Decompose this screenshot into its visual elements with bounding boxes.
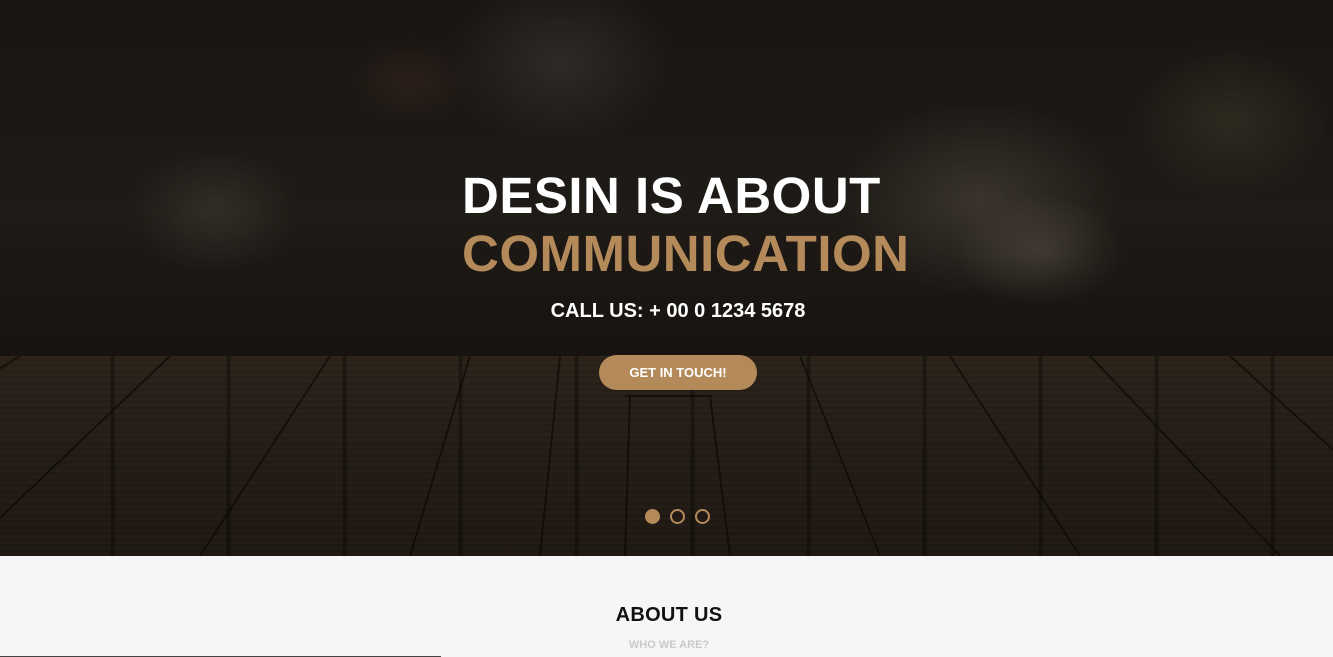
slide-dot-3[interactable] (695, 509, 710, 524)
call-us-text: CALL US: + 00 0 1234 5678 (550, 300, 806, 322)
slider-pagination (645, 509, 710, 524)
slide-dot-2[interactable] (670, 509, 685, 524)
about-section: ABOUT US WHO WE ARE? (0, 556, 1333, 657)
about-subtitle: WHO WE ARE? (628, 639, 710, 651)
hero-headline-line1: DESIN IS ABOUT (462, 167, 881, 224)
hero-section: DESIN IS ABOUT COMMUNICATION CALL US: + … (0, 0, 1333, 556)
hero-headline-line2: COMMUNICATION (462, 225, 910, 282)
hero-content: DESIN IS ABOUT COMMUNICATION CALL US: + … (0, 0, 1333, 556)
slide-dot-1[interactable] (645, 509, 660, 524)
about-title: ABOUT US (615, 604, 723, 626)
get-in-touch-button[interactable]: GET IN TOUCH! (599, 355, 757, 390)
